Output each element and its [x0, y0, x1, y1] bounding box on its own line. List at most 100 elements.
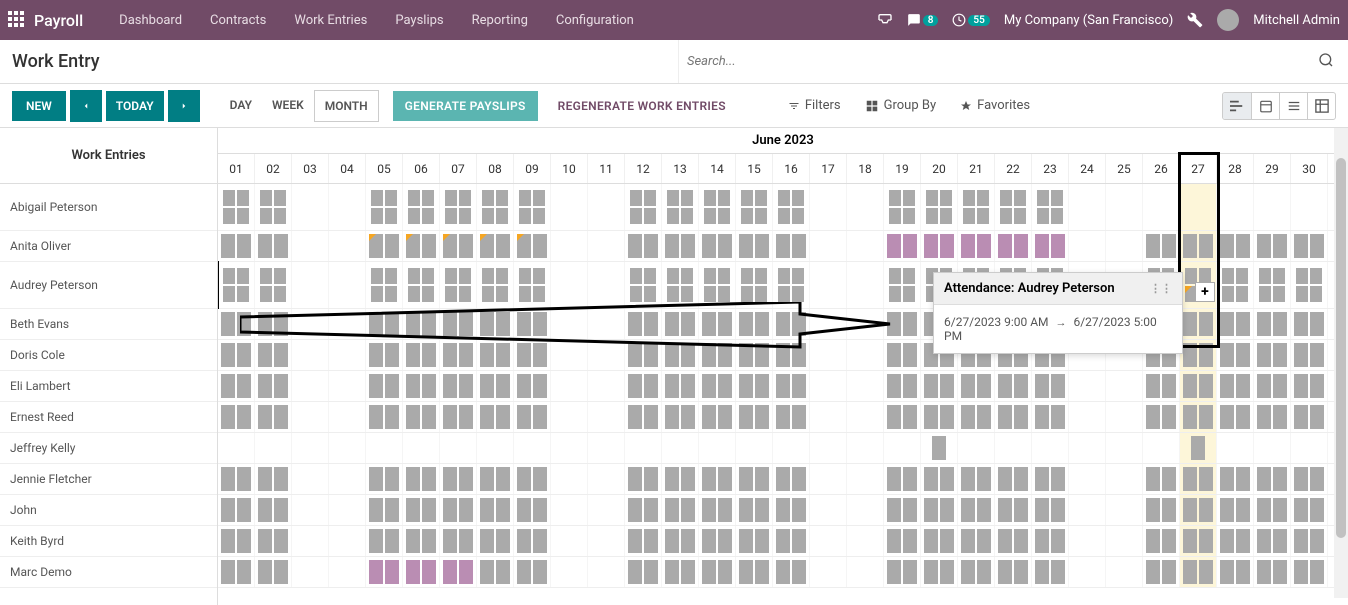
gantt-cell[interactable] — [255, 464, 292, 494]
gantt-row[interactable] — [218, 495, 1348, 526]
gantt-cell[interactable] — [625, 495, 662, 525]
gantt-cell[interactable] — [329, 262, 366, 308]
gantt-cell[interactable] — [847, 464, 884, 494]
nav-payslips[interactable]: Payslips — [383, 7, 455, 34]
gantt-cell[interactable] — [1217, 309, 1254, 339]
gantt-cell[interactable] — [366, 262, 403, 308]
gantt-cell[interactable] — [366, 231, 403, 261]
add-entry-button[interactable]: + — [1195, 282, 1215, 302]
gantt-cell[interactable] — [292, 402, 329, 432]
gantt-cell[interactable] — [1032, 526, 1069, 556]
gantt-row[interactable] — [218, 433, 1348, 464]
gantt-cell[interactable] — [1032, 464, 1069, 494]
gantt-cell[interactable] — [958, 402, 995, 432]
gantt-cell[interactable] — [1180, 231, 1217, 261]
company-selector[interactable]: My Company (San Francisco) — [1004, 13, 1173, 28]
gantt-cell[interactable] — [847, 557, 884, 587]
filters-menu[interactable]: Filters — [788, 98, 841, 113]
gantt-cell[interactable] — [995, 557, 1032, 587]
gantt-cell[interactable] — [292, 262, 329, 308]
gantt-cell[interactable] — [255, 340, 292, 370]
gantt-cell[interactable] — [551, 464, 588, 494]
employee-row-label[interactable]: Marc Demo — [0, 557, 217, 588]
gantt-cell[interactable] — [403, 184, 440, 230]
gantt-cell[interactable] — [1069, 433, 1106, 463]
gantt-cell[interactable] — [255, 402, 292, 432]
gantt-cell[interactable] — [255, 262, 292, 308]
gantt-cell[interactable] — [1069, 371, 1106, 401]
gantt-cell[interactable] — [255, 557, 292, 587]
gantt-cell[interactable] — [884, 371, 921, 401]
gantt-cell[interactable] — [625, 231, 662, 261]
gantt-cell[interactable] — [736, 309, 773, 339]
gantt-cell[interactable] — [921, 371, 958, 401]
gantt-cell[interactable] — [218, 433, 255, 463]
gantt-cell[interactable] — [1032, 371, 1069, 401]
gantt-cell[interactable] — [625, 371, 662, 401]
gantt-cell[interactable] — [921, 433, 958, 463]
favorites-menu[interactable]: Favorites — [960, 98, 1030, 113]
gantt-cell[interactable] — [218, 340, 255, 370]
gantt-cell[interactable] — [662, 340, 699, 370]
gantt-cell[interactable] — [440, 371, 477, 401]
view-list-icon[interactable] — [1279, 93, 1307, 119]
gantt-cell[interactable] — [1180, 433, 1217, 463]
gantt-cell[interactable] — [218, 526, 255, 556]
gantt-cell[interactable] — [588, 402, 625, 432]
gantt-cell[interactable] — [736, 526, 773, 556]
gantt-cell[interactable] — [514, 371, 551, 401]
gantt-cell[interactable] — [514, 495, 551, 525]
gantt-cell[interactable] — [1032, 184, 1069, 230]
gantt-cell[interactable] — [958, 464, 995, 494]
gantt-cell[interactable] — [329, 526, 366, 556]
gantt-cell[interactable] — [995, 433, 1032, 463]
gantt-cell[interactable] — [588, 309, 625, 339]
gantt-cell[interactable] — [514, 433, 551, 463]
gantt-cell[interactable] — [958, 495, 995, 525]
gantt-cell[interactable] — [921, 402, 958, 432]
gantt-cell[interactable] — [662, 433, 699, 463]
employee-row-label[interactable]: Keith Byrd — [0, 526, 217, 557]
gantt-cell[interactable] — [810, 231, 847, 261]
apps-icon[interactable] — [8, 11, 26, 29]
gantt-cell[interactable] — [292, 340, 329, 370]
next-button[interactable] — [168, 90, 200, 122]
gantt-cell[interactable] — [588, 371, 625, 401]
gantt-cell[interactable] — [1143, 464, 1180, 494]
gantt-cell[interactable] — [662, 262, 699, 308]
gantt-cell[interactable] — [255, 433, 292, 463]
gantt-cell[interactable] — [403, 464, 440, 494]
gantt-cell[interactable] — [1106, 371, 1143, 401]
gantt-cell[interactable] — [773, 402, 810, 432]
gantt-cell[interactable] — [1254, 526, 1291, 556]
gantt-cell[interactable] — [662, 184, 699, 230]
gantt-cell[interactable] — [588, 433, 625, 463]
gantt-cell[interactable] — [440, 262, 477, 308]
gantt-cell[interactable] — [884, 402, 921, 432]
gantt-cell[interactable] — [1069, 526, 1106, 556]
gantt-cell[interactable] — [440, 526, 477, 556]
gantt-cell[interactable] — [699, 371, 736, 401]
gantt-cell[interactable] — [1106, 526, 1143, 556]
gantt-cell[interactable] — [588, 340, 625, 370]
regenerate-work-entries-button[interactable]: REGENERATE WORK ENTRIES — [548, 91, 736, 121]
gantt-cell[interactable] — [884, 231, 921, 261]
gantt-cell[interactable] — [1254, 464, 1291, 494]
gantt-cell[interactable] — [884, 184, 921, 230]
gantt-cell[interactable] — [1217, 557, 1254, 587]
gantt-cell[interactable] — [736, 495, 773, 525]
gantt-cell[interactable] — [625, 340, 662, 370]
gantt-cell[interactable] — [625, 184, 662, 230]
gantt-cell[interactable] — [403, 371, 440, 401]
gantt-cell[interactable] — [1143, 371, 1180, 401]
nav-dashboard[interactable]: Dashboard — [107, 7, 194, 34]
gantt-cell[interactable] — [588, 526, 625, 556]
gantt-cell[interactable] — [1106, 402, 1143, 432]
gantt-cell[interactable] — [958, 184, 995, 230]
gantt-cell[interactable] — [736, 371, 773, 401]
gantt-cell[interactable] — [588, 495, 625, 525]
gantt-cell[interactable] — [1143, 495, 1180, 525]
gantt-cell[interactable] — [884, 526, 921, 556]
gantt-cell[interactable] — [1291, 309, 1328, 339]
gantt-cell[interactable] — [1106, 184, 1143, 230]
